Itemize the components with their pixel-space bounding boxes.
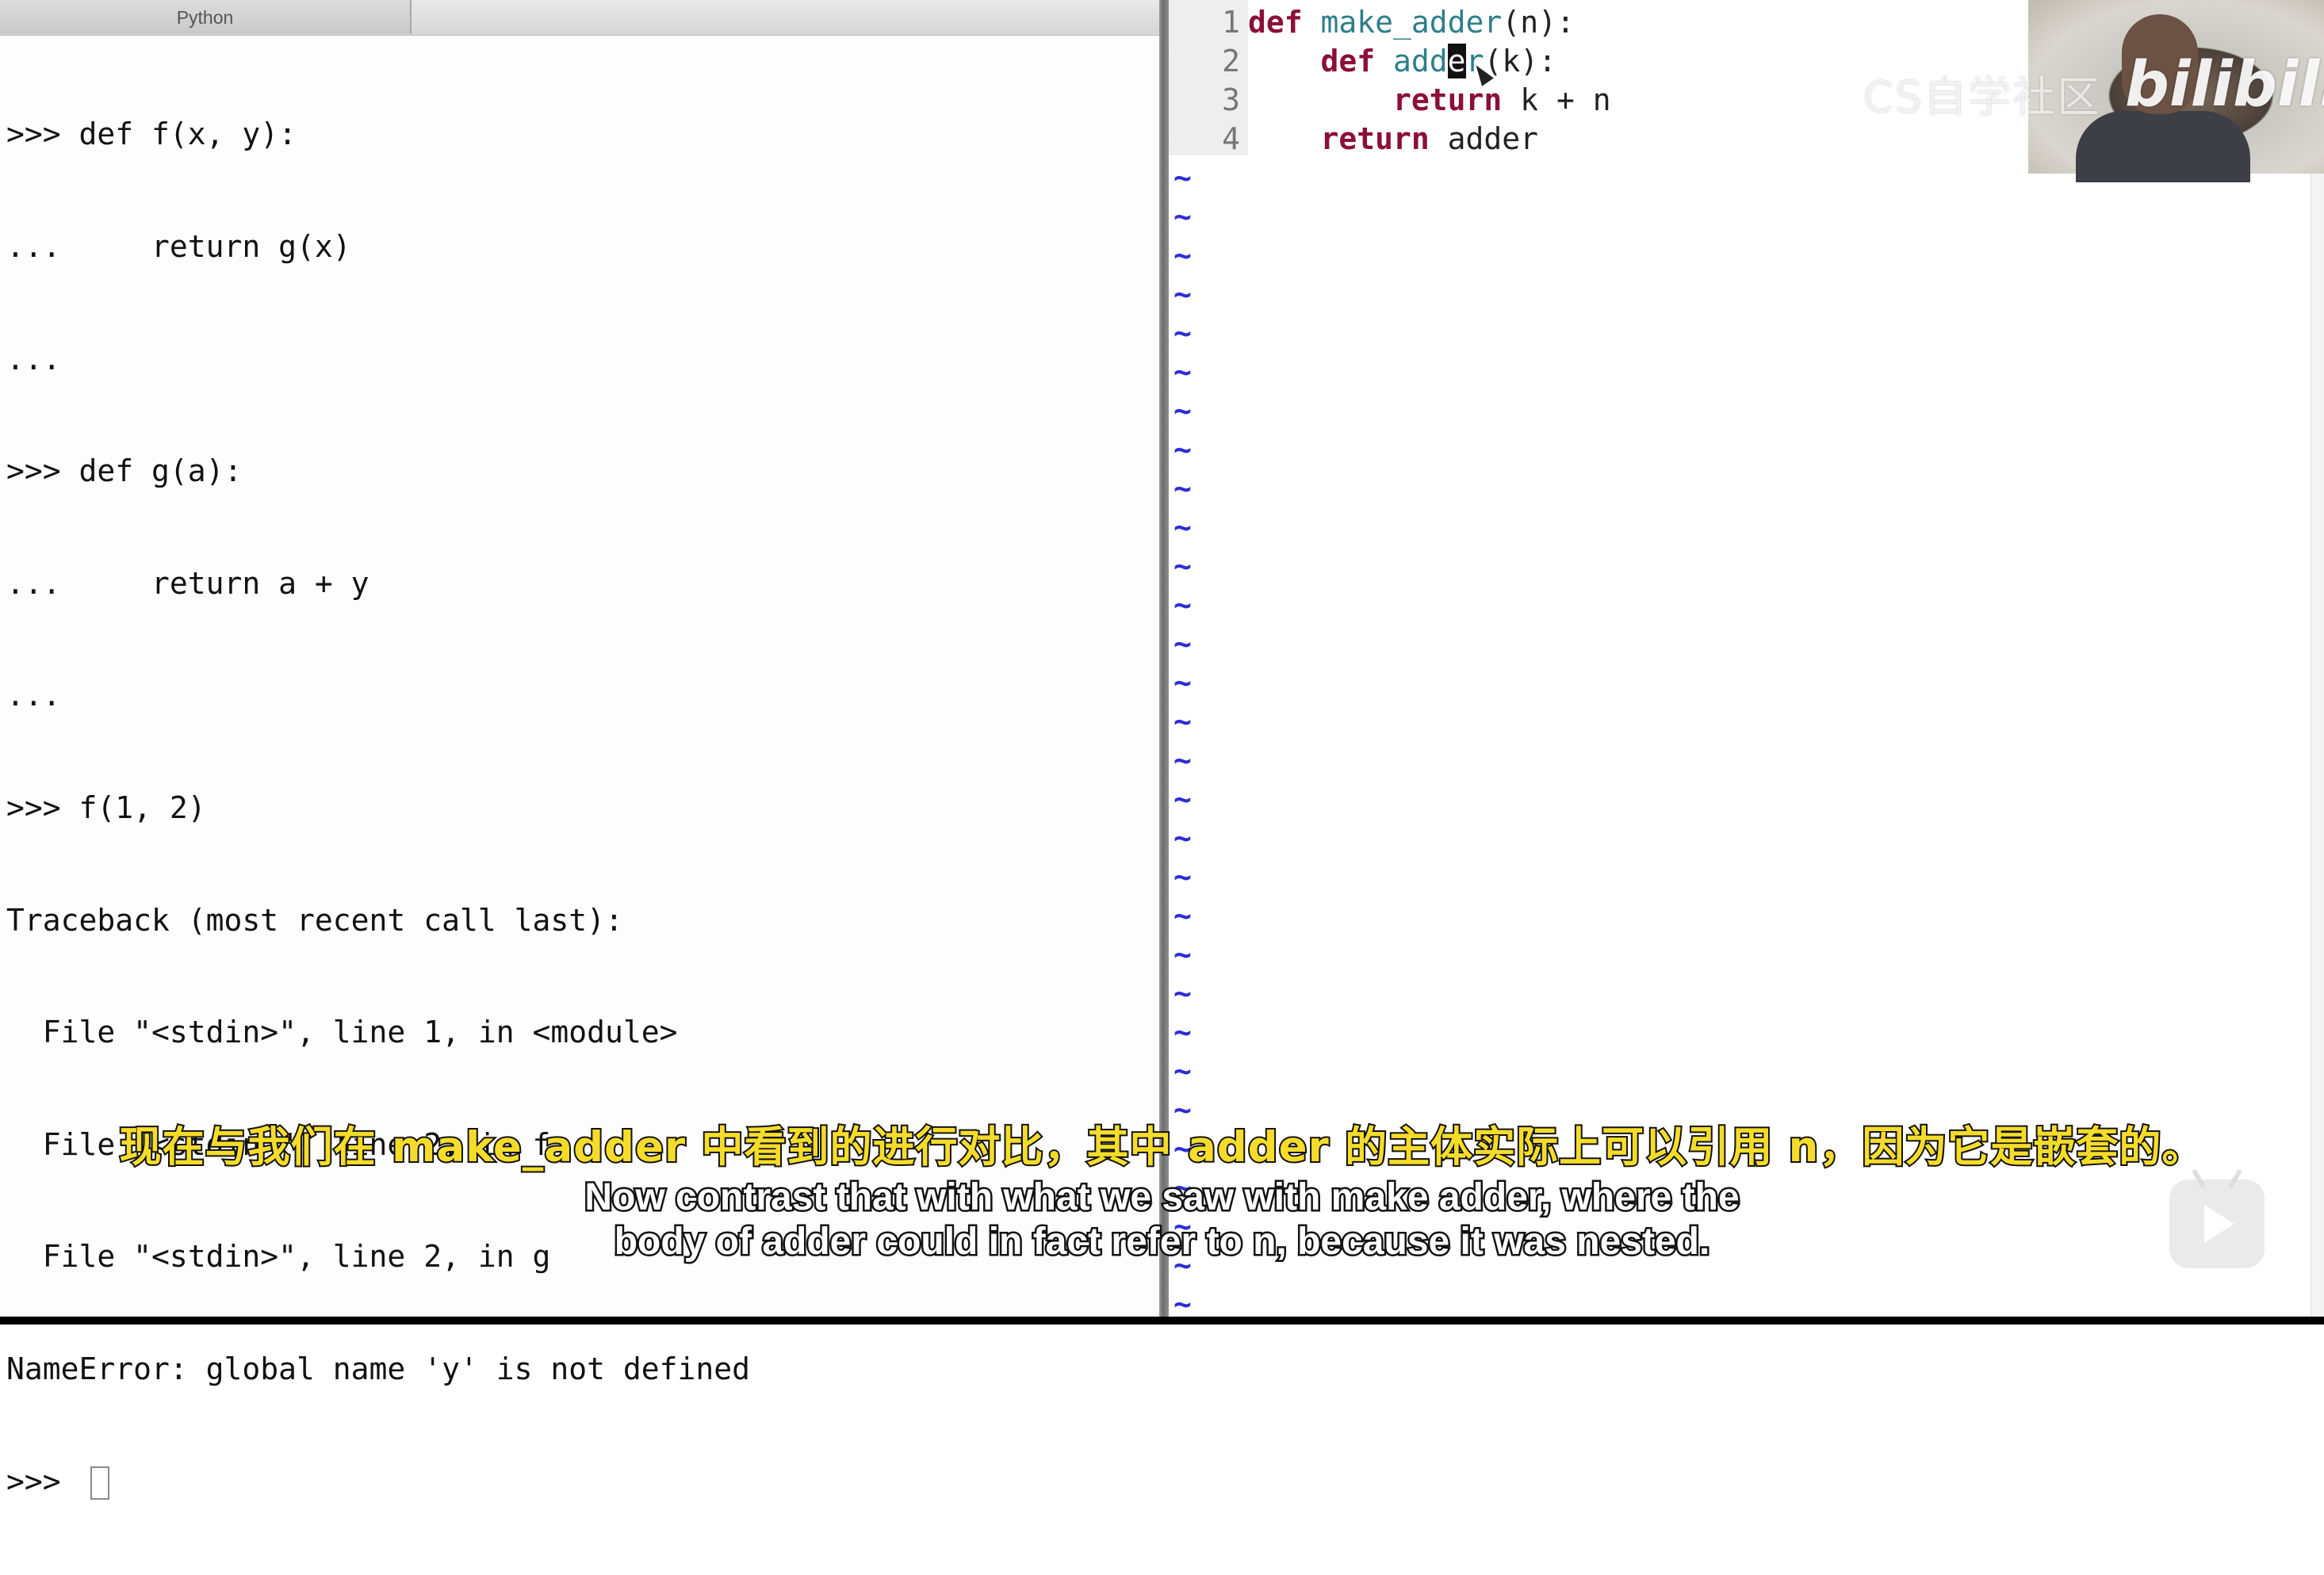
text-cursor: e	[1447, 44, 1466, 78]
line-number: 2	[1222, 44, 1240, 78]
channel-watermark: CS自学社区	[1863, 72, 2101, 122]
empty-line-tilde: ~	[1173, 160, 1192, 195]
subtitle-english-line-1: Now contrast that with what we saw with …	[583, 1175, 1741, 1221]
empty-line-tilde: ~	[1173, 743, 1192, 778]
play-icon	[2204, 1205, 2234, 1243]
empty-line-tilde: ~	[1173, 238, 1192, 273]
terminal-line: Traceback (most recent call last):	[6, 902, 623, 938]
line-number: 1	[1222, 5, 1240, 40]
code-text: (k):	[1484, 44, 1556, 78]
code-text: adder	[1429, 121, 1539, 156]
subtitle-english-line-2: body of adder could in fact refer to n, …	[612, 1219, 1712, 1265]
terminal-line: File "<stdin>", line 1, in <module>	[6, 1015, 678, 1050]
code-line-3[interactable]: 3 return k + n	[1169, 81, 1611, 120]
empty-line-tilde: ~	[1173, 820, 1192, 855]
empty-line-tilde: ~	[1173, 704, 1192, 739]
terminal-line: >>> def g(a):	[6, 453, 243, 489]
subtitle-chinese: 现在与我们在 make_adder 中看到的进行对比，其中 adder 的主体实…	[118, 1122, 2206, 1173]
keyword: def	[1320, 44, 1376, 78]
empty-line-tilde: ~	[1173, 199, 1192, 234]
code-line-2[interactable]: 2 def adder(k):	[1169, 42, 1556, 81]
empty-line-tilde: ~	[1173, 665, 1192, 700]
presenter-body	[2076, 111, 2250, 182]
empty-line-tilde: ~	[1173, 354, 1192, 389]
terminal-line: ... return g(x)	[6, 229, 351, 264]
terminal-tab-bar: Python	[0, 0, 1159, 36]
empty-line-tilde: ~	[1173, 510, 1192, 545]
empty-line-tilde: ~	[1173, 937, 1192, 972]
terminal-line: NameError: global name 'y' is not define…	[6, 1351, 750, 1386]
empty-line-tilde: ~	[1173, 626, 1192, 661]
empty-line-tilde: ~	[1173, 782, 1192, 816]
terminal-line: >>> f(1, 2)	[6, 789, 206, 825]
empty-line-tilde: ~	[1173, 976, 1192, 1011]
code-text: k + n	[1502, 82, 1611, 117]
function-name: make_adder	[1302, 5, 1503, 40]
play-button[interactable]	[2169, 1179, 2265, 1268]
code-line-1[interactable]: 1 def make_adder(n):	[1169, 3, 1575, 42]
code-line-4[interactable]: 4 return adder	[1169, 120, 1538, 159]
keyword: def	[1248, 5, 1303, 40]
empty-line-tilde: ~	[1173, 587, 1192, 622]
empty-line-tilde: ~	[1173, 315, 1192, 350]
empty-line-tilde: ~	[1173, 1015, 1192, 1049]
terminal-line: >>> def f(x, y):	[6, 117, 297, 152]
empty-line-tilde: ~	[1173, 432, 1192, 467]
keyword: return	[1320, 121, 1430, 156]
bilibili-logo: bilibili	[2125, 49, 2324, 120]
empty-line-tilde: ~	[1173, 549, 1192, 583]
empty-line-tilde: ~	[1173, 859, 1192, 894]
line-number: 3	[1222, 82, 1240, 117]
empty-line-tilde: ~	[1173, 393, 1192, 428]
code-text: (n):	[1502, 5, 1575, 40]
empty-line-tilde: ~	[1173, 898, 1192, 933]
terminal-line: ...	[6, 678, 61, 713]
prompt-text: >>>	[6, 1463, 79, 1499]
empty-line-tilde: ~	[1173, 1053, 1192, 1088]
terminal-line: ... return a + y	[6, 565, 369, 601]
empty-line-tilde: ~	[1173, 277, 1192, 312]
tab-python[interactable]: Python	[0, 0, 412, 34]
function-name: add	[1375, 44, 1448, 78]
line-number: 4	[1222, 121, 1240, 156]
keyword: return	[1393, 82, 1503, 117]
terminal-prompt-line[interactable]: >>>	[6, 1463, 1148, 1500]
bottom-bar	[0, 1317, 2324, 1325]
empty-line-tilde: ~	[1173, 471, 1192, 506]
terminal-output: >>> def f(x, y): ... return g(x) ... >>>…	[6, 41, 1148, 1575]
terminal-cursor	[90, 1466, 109, 1500]
terminal-line: ...	[6, 341, 61, 377]
